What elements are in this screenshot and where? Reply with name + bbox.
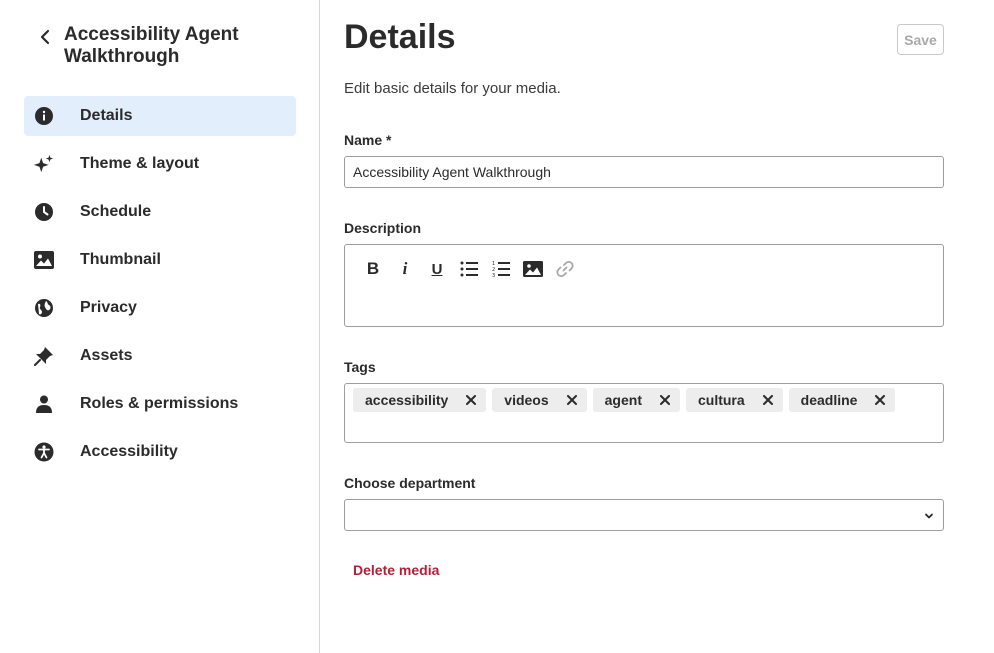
sidebar-item-accessibility[interactable]: Accessibility [24, 432, 296, 472]
name-label: Name * [344, 132, 392, 148]
sidebar-item-theme-layout[interactable]: Theme & layout [24, 144, 296, 184]
tag-label: deadline [800, 392, 858, 408]
page-title: Details [344, 18, 456, 56]
settings-nav: Details Theme & layout Schedule Thumbnai… [24, 96, 296, 480]
italic-icon[interactable]: i [393, 258, 417, 280]
tag-label: cultura [697, 392, 745, 408]
name-field[interactable] [344, 156, 944, 188]
bulleted-list-icon[interactable] [457, 258, 481, 280]
close-icon [466, 395, 477, 405]
sidebar-item-label: Details [80, 107, 133, 124]
numbered-list-icon[interactable]: 123 [489, 258, 513, 280]
sparkles-icon [34, 154, 54, 174]
delete-media-button[interactable]: Delete media [353, 562, 439, 578]
department-label: Choose department [344, 475, 476, 491]
tag-chip: cultura [685, 388, 783, 412]
close-icon [566, 395, 577, 405]
remove-tag-button[interactable] [759, 391, 777, 409]
sidebar-item-label: Assets [80, 347, 133, 364]
image-icon [34, 250, 54, 270]
sidebar-item-label: Theme & layout [80, 155, 200, 172]
link-icon[interactable] [553, 258, 577, 280]
back-button[interactable] [34, 26, 56, 48]
tag-chip: accessibility [353, 388, 487, 412]
tags-input[interactable]: accessibility videos agent cultura deadl… [344, 383, 944, 443]
sidebar-item-label: Privacy [80, 299, 137, 316]
tags-label: Tags [344, 359, 376, 375]
svg-text:3: 3 [492, 273, 495, 278]
accessibility-icon [34, 442, 54, 462]
sidebar-item-thumbnail[interactable]: Thumbnail [24, 240, 296, 280]
description-editor[interactable]: B i U 123 [344, 244, 944, 327]
sidebar-item-label: Thumbnail [80, 251, 161, 268]
close-icon [762, 395, 773, 405]
sidebar-item-label: Roles & permissions [80, 395, 239, 412]
insert-image-icon[interactable] [521, 258, 545, 280]
tag-chip: agent [592, 388, 680, 412]
tag-chip: deadline [788, 388, 896, 412]
info-icon [34, 106, 54, 126]
sidebar-item-privacy[interactable]: Privacy [24, 288, 296, 328]
media-title: Accessibility Agent Walkthrough [64, 24, 239, 67]
pin-icon [34, 346, 54, 366]
tag-label: videos [504, 392, 549, 408]
sidebar-header: Accessibility Agent Walkthrough [34, 24, 284, 68]
save-button[interactable]: Save [897, 24, 944, 55]
tag-chip: videos [492, 388, 587, 412]
remove-tag-button[interactable] [462, 391, 480, 409]
page-subtitle: Edit basic details for your media. [344, 80, 561, 97]
remove-tag-button[interactable] [563, 391, 581, 409]
remove-tag-button[interactable] [871, 391, 889, 409]
remove-tag-button[interactable] [656, 391, 674, 409]
tag-label: accessibility [365, 392, 449, 408]
sidebar-item-label: Accessibility [80, 443, 178, 460]
clock-icon [34, 202, 54, 222]
department-select[interactable] [344, 499, 944, 531]
sidebar-item-label: Schedule [80, 203, 152, 220]
description-label: Description [344, 220, 422, 236]
person-icon [34, 394, 54, 414]
settings-sidebar: Accessibility Agent Walkthrough Details … [0, 0, 320, 653]
chevron-down-icon [925, 513, 933, 519]
close-icon [659, 395, 670, 405]
tag-label: agent [604, 392, 642, 408]
chevron-left-icon [40, 29, 50, 45]
sidebar-item-schedule[interactable]: Schedule [24, 192, 296, 232]
underline-icon[interactable]: U [425, 258, 449, 280]
editor-toolbar: B i U 123 [345, 245, 943, 280]
globe-icon [34, 298, 54, 318]
bold-icon[interactable]: B [361, 258, 385, 280]
sidebar-item-details[interactable]: Details [24, 96, 296, 136]
close-icon [875, 395, 886, 405]
sidebar-item-assets[interactable]: Assets [24, 336, 296, 376]
sidebar-item-roles-permissions[interactable]: Roles & permissions [24, 384, 296, 424]
